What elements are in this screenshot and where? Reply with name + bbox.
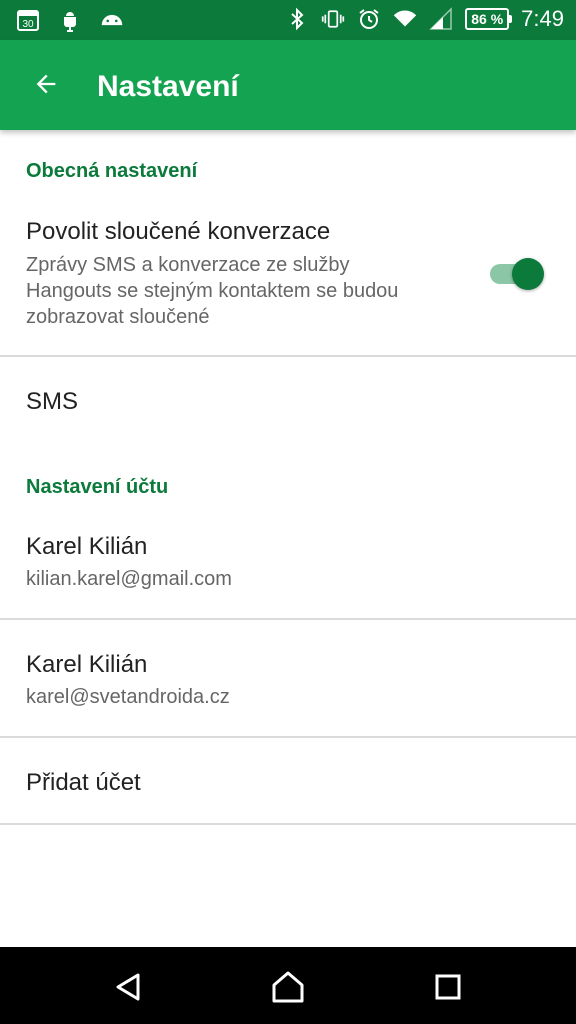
- divider: [0, 355, 576, 357]
- svg-text:30: 30: [22, 19, 34, 30]
- status-bar: 30 86 % 7:49: [0, 0, 576, 40]
- recents-icon: [435, 974, 461, 1000]
- divider: [0, 823, 576, 825]
- back-button[interactable]: [24, 62, 68, 106]
- add-account-item[interactable]: Přidat účet: [26, 769, 141, 797]
- merge-summary: Zprávy SMS a konverzace ze služby Hangou…: [26, 252, 466, 330]
- arrow-back-icon: [36, 74, 56, 94]
- merge-summary-line: Zprávy SMS a konverzace ze služby: [26, 254, 350, 276]
- clock: 7:49: [521, 6, 564, 31]
- android-debug-icon: [58, 8, 82, 32]
- nav-back-button[interactable]: [108, 967, 148, 1007]
- merge-toggle[interactable]: [490, 258, 544, 290]
- back-triangle-icon: [116, 973, 140, 1001]
- account-email: karel@svetandroida.cz: [26, 686, 230, 708]
- app-bar: Nastavení: [0, 40, 576, 130]
- account-name: Karel Kilián: [26, 651, 148, 678]
- bluetooth-icon: [285, 7, 309, 31]
- section-header-general: Obecná nastavení: [26, 160, 198, 182]
- nav-home-button[interactable]: [268, 967, 308, 1007]
- merge-summary-line: Hangouts se stejným kontaktem se budou: [26, 280, 399, 302]
- merge-summary-line: zobrazovat sloučené: [26, 306, 210, 328]
- wifi-icon: [393, 7, 417, 31]
- nav-recents-button[interactable]: [428, 967, 468, 1007]
- sms-settings-item[interactable]: SMS: [26, 388, 78, 416]
- account-email: kilian.karel@gmail.com: [26, 568, 232, 590]
- alarm-icon: [357, 7, 381, 31]
- battery-level: 86 %: [471, 11, 504, 27]
- account-name: Karel Kilián: [26, 533, 148, 560]
- battery-icon: 86 %: [465, 8, 513, 30]
- android-head-icon: [100, 8, 124, 32]
- vibrate-icon: [321, 7, 345, 31]
- home-icon: [272, 971, 304, 1003]
- toggle-thumb: [512, 258, 544, 290]
- page-title: Nastavení: [97, 70, 239, 103]
- divider: [0, 618, 576, 620]
- signal-icon: [429, 7, 453, 31]
- navigation-bar: [0, 947, 576, 1024]
- merge-title: Povolit sloučené konverzace: [26, 218, 331, 245]
- calendar-icon: 30: [16, 8, 40, 32]
- divider: [0, 736, 576, 738]
- section-header-accounts: Nastavení účtu: [26, 476, 169, 498]
